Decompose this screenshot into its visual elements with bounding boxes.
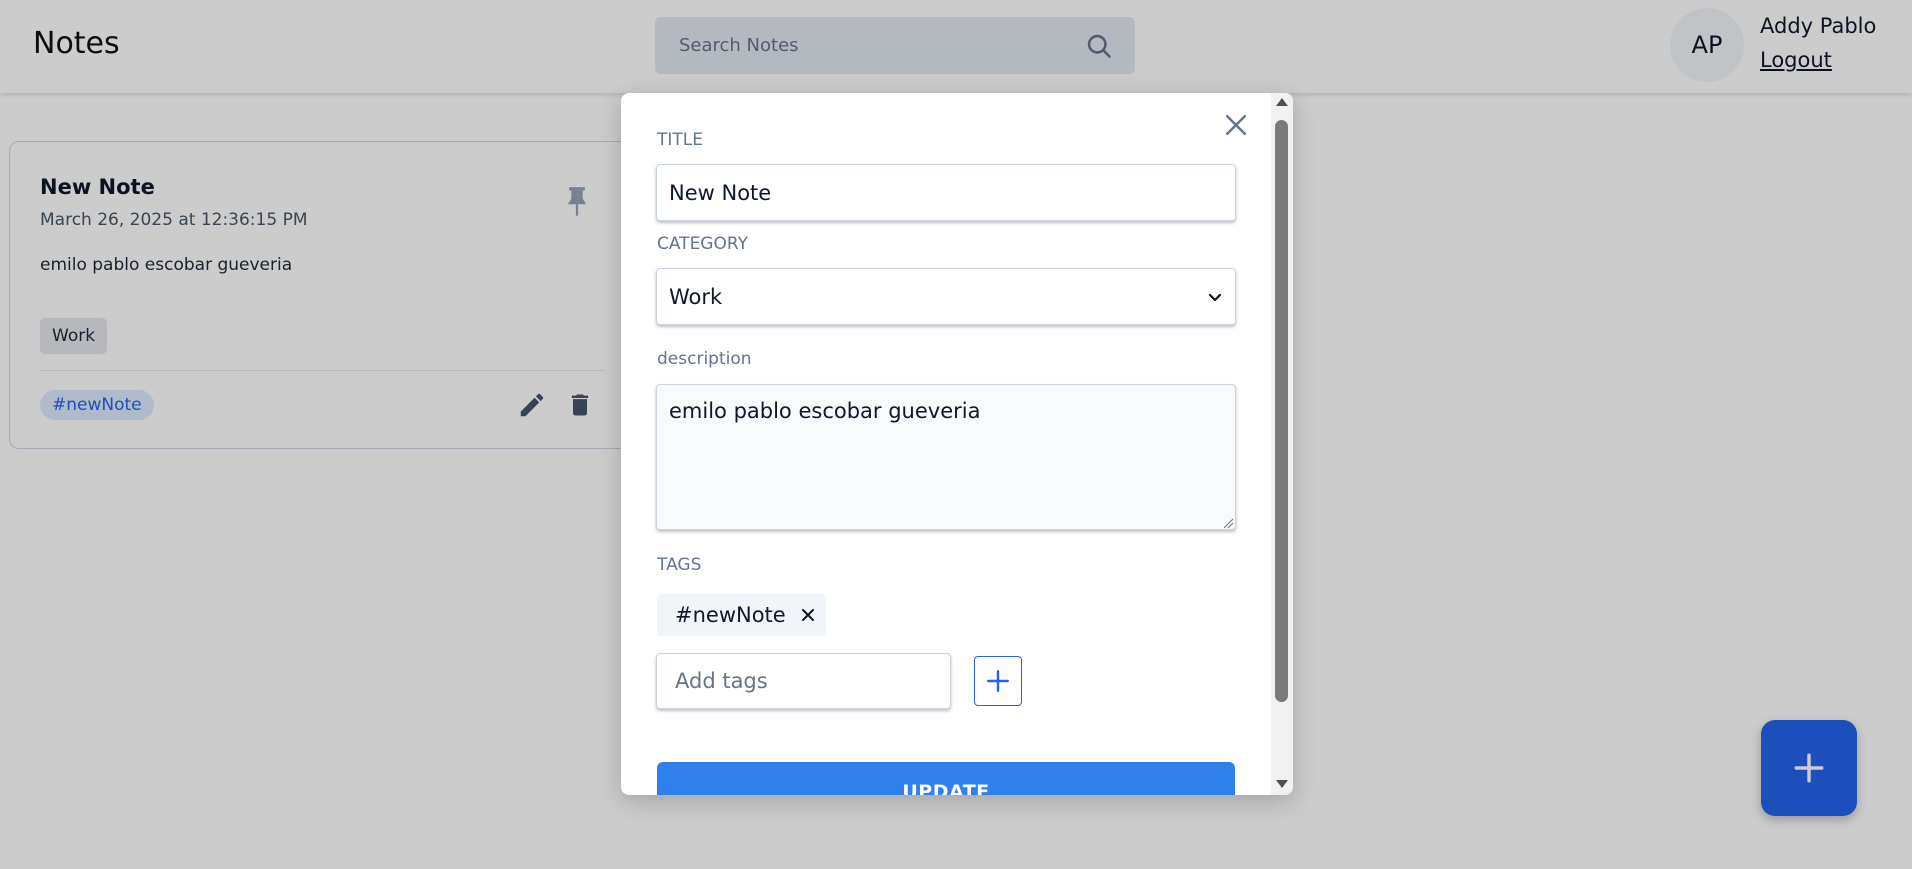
add-tag-button[interactable] bbox=[974, 656, 1022, 706]
update-button[interactable]: UPDATE bbox=[657, 762, 1235, 795]
edit-note-modal: TITLE CATEGORY Work description emilo pa… bbox=[621, 93, 1293, 795]
add-tags-input[interactable] bbox=[656, 653, 951, 709]
tags-label: TAGS bbox=[657, 555, 702, 575]
tag-chip-label: #newNote bbox=[675, 603, 786, 627]
plus-icon bbox=[987, 670, 1009, 692]
chevron-down-icon bbox=[1208, 293, 1222, 301]
category-label: CATEGORY bbox=[657, 234, 748, 254]
category-selected-value: Work bbox=[669, 284, 723, 309]
category-select[interactable]: Work bbox=[656, 268, 1236, 325]
tag-remove-icon[interactable] bbox=[800, 607, 816, 623]
resize-grip-icon[interactable] bbox=[1222, 517, 1234, 529]
scroll-down-arrow-icon[interactable] bbox=[1275, 779, 1289, 789]
title-input[interactable] bbox=[656, 164, 1236, 221]
close-icon[interactable] bbox=[1221, 110, 1251, 140]
modal-scrollbar[interactable] bbox=[1271, 93, 1293, 795]
description-label: description bbox=[657, 349, 752, 369]
scroll-thumb[interactable] bbox=[1275, 120, 1288, 702]
title-label: TITLE bbox=[657, 130, 703, 150]
tag-chip: #newNote bbox=[657, 594, 826, 636]
scroll-up-arrow-icon[interactable] bbox=[1275, 97, 1289, 107]
description-textarea[interactable]: emilo pablo escobar gueveria bbox=[656, 384, 1236, 530]
